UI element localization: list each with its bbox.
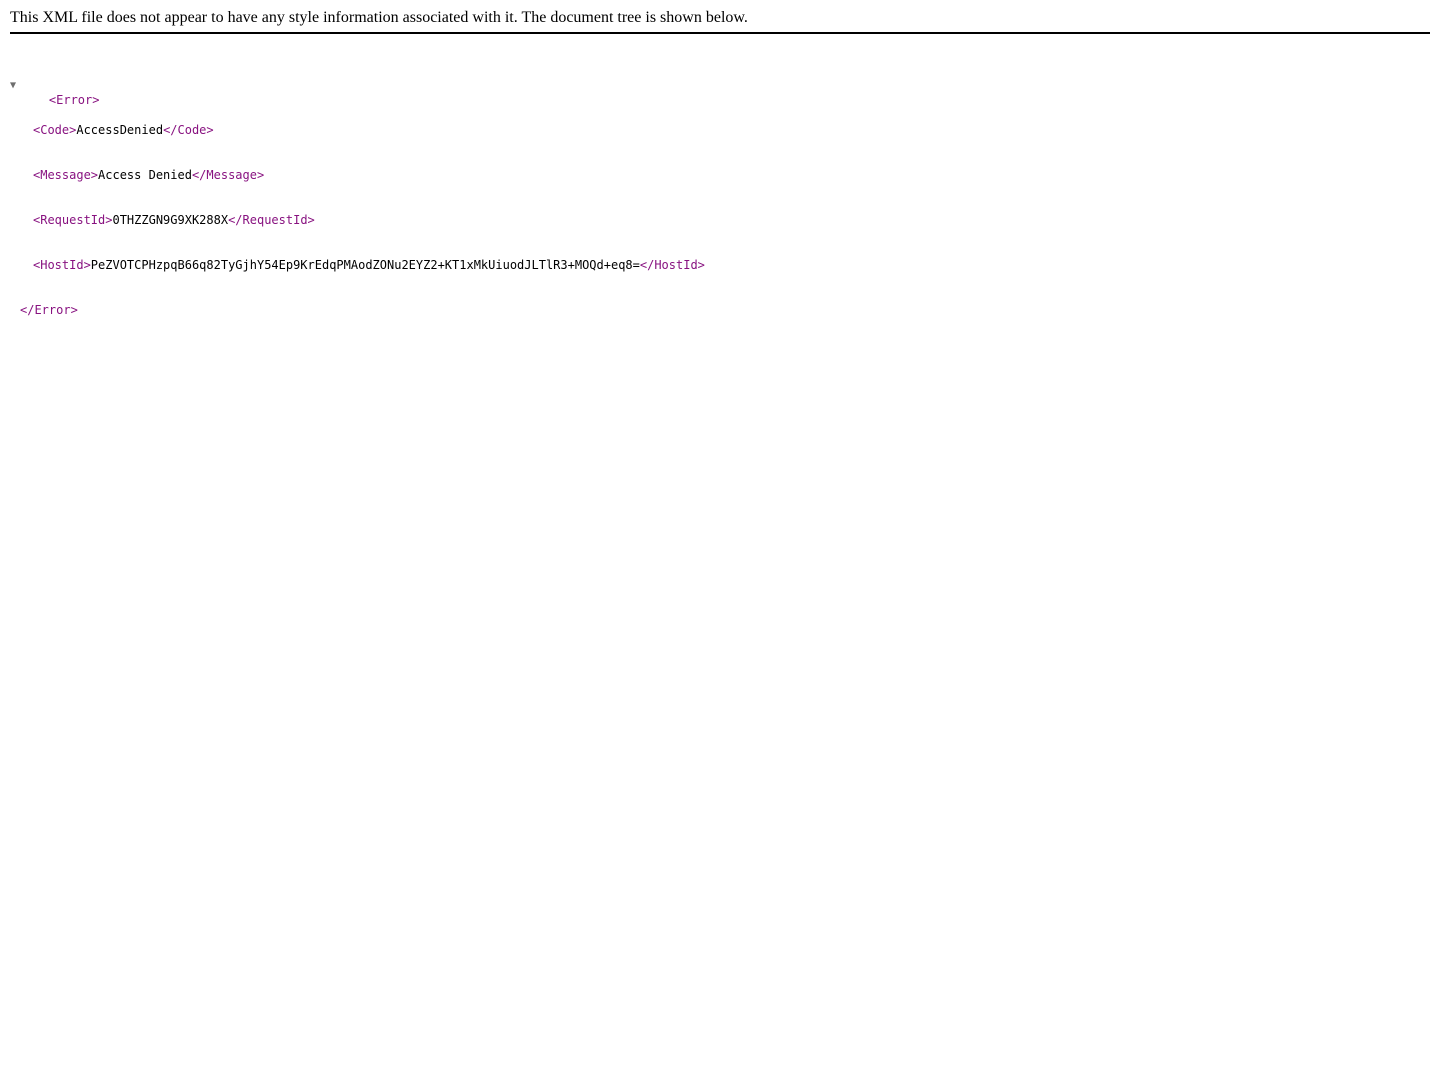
xml-close-tag-requestid: </RequestId>	[228, 213, 315, 227]
xml-value-hostid: PeZVOTCPHzpqB66q82TyGjhY54Ep9KrEdqPMAodZ…	[90, 258, 640, 272]
xml-element-hostid: <HostId>PeZVOTCPHzpqB66q82TyGjhY54Ep9KrE…	[10, 258, 705, 273]
xml-open-tag-code: <Code>	[33, 123, 77, 137]
xml-open-tag-message: <Message>	[33, 168, 99, 182]
xml-style-notice: This XML file does not appear to have an…	[10, 9, 748, 26]
xml-element-message: <Message>Access Denied</Message>	[10, 168, 705, 183]
xml-close-tag-code: </Code>	[163, 123, 214, 137]
xml-element-error-close: </Error>	[10, 303, 705, 318]
xml-element-error-open: ▼ <Error>	[10, 78, 705, 107]
xml-element-requestid: <RequestId>0THZZGN9G9XK288X</RequestId>	[10, 213, 705, 228]
xml-open-tag-hostid: <HostId>	[33, 258, 91, 272]
collapse-toggle-icon[interactable]: ▼	[10, 78, 20, 93]
xml-close-tag-message: </Message>	[191, 168, 265, 182]
xml-element-code: <Code>AccessDenied</Code>	[10, 123, 705, 138]
xml-open-tag-requestid: <RequestId>	[33, 213, 113, 227]
xml-value-message: Access Denied	[98, 168, 192, 182]
xml-open-tag-error: <Error>	[48, 93, 100, 107]
xml-value-code: AccessDenied	[76, 123, 164, 137]
xml-value-requestid: 0THZZGN9G9XK288X	[112, 213, 229, 227]
xml-close-tag-error: </Error>	[20, 303, 78, 317]
xml-document-tree: ▼ <Error> <Code>AccessDenied</Code> <Mess…	[10, 48, 705, 333]
header-divider	[10, 32, 1430, 34]
xml-close-tag-hostid: </HostId>	[639, 258, 705, 272]
